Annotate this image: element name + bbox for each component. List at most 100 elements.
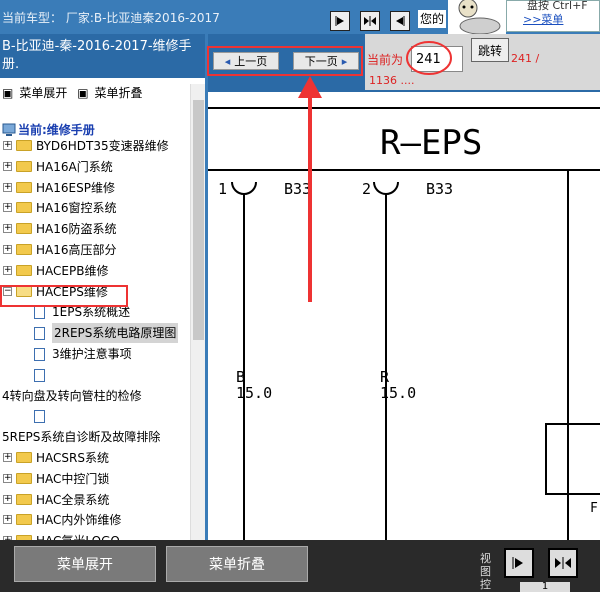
next-page-label: 下一页 [304,55,338,68]
yours-label: 您的 [418,10,447,28]
pin1-label: 1 [218,180,227,198]
tree-folder[interactable]: + HACSRS系统 [0,448,190,468]
next-page-button[interactable]: 下一页 ▸ [293,52,359,70]
tree-item-label: BYD6HDT35变速器维修 [36,139,169,153]
view-split-button[interactable] [548,548,578,578]
tree-folder[interactable]: + BYD6HDT35变速器维修 [0,136,190,156]
tree-item-label: HA16A门系统 [36,159,113,174]
expand-toggle-icon[interactable]: + [3,265,12,275]
pin2-label: 2 [362,180,371,198]
arrow-right-small-icon: ▸ [341,54,348,68]
tree-document[interactable]: 3维护注意事项 [0,344,190,364]
collapse-icon: ▣ [77,86,89,100]
top-bar: 当前车型： 厂家:B-比亚迪秦2016-2017 您的 盘按 Ctrl+F >>… [0,0,600,35]
tree-folder[interactable]: +HAC氛光LOGO [0,531,190,540]
left-scrollbar-thumb[interactable] [193,100,204,340]
folder-icon [16,514,32,526]
tree-folder[interactable]: + HA16ESP维修 [0,178,190,198]
red-highlight-hacEPS [0,285,128,307]
expand-toggle-icon[interactable]: + [3,141,12,150]
view-page-indicator: 1 [520,582,570,592]
tree-folder[interactable]: + HACEPB维修 [0,261,190,281]
left-scrollbar[interactable] [190,84,205,540]
expand-toggle-icon[interactable]: + [3,203,12,213]
mascot-icon [458,0,501,35]
tree-folder[interactable]: + HAC中控门锁 [0,469,190,489]
book-title: B-比亚迪-秦-2016-2017-维修手册. [0,34,205,78]
tree-folder[interactable]: + HAC全景系统 [0,490,190,510]
tree-document[interactable] [0,406,190,426]
tree-folder[interactable]: + HA16A门系统 [0,157,190,177]
conn2-label: B33 [426,180,453,198]
document-icon [34,348,45,361]
arrow-right-icon [335,16,344,26]
menu-link[interactable]: >>菜单 [523,11,563,27]
tree-item-label: HAC氛光LOGO [36,531,120,540]
document-icon [34,327,45,341]
tree-section[interactable]: 5REPS系统自诊断及故障排除 [0,427,190,447]
tree-folder[interactable]: + HAC内外饰维修 [0,510,190,530]
split-arrows-icon [364,16,376,26]
tree-document[interactable] [0,365,190,385]
tree-item-label: HA16ESP维修 [36,180,115,195]
expand-toggle-icon[interactable]: + [3,473,12,483]
expand-toggle-icon[interactable]: + [3,453,12,462]
page-total: 241 / [511,52,540,65]
tree-item-label: HA16窗控系统 [36,201,117,216]
split-arrows-icon [555,557,571,569]
prev-page-label: 上一页 [234,55,268,68]
mascot-logo [448,0,506,35]
tree-document[interactable]: 2REPS系统电路原理图 [0,323,190,344]
tree-item-label: 3维护注意事项 [52,347,132,361]
folder-icon [16,493,32,505]
expand-toggle-icon[interactable]: + [3,224,12,234]
folder-icon [16,244,32,255]
bottom-toolbar: 菜单展开 菜单折叠 视图控 1 [0,540,600,592]
bottom-expand-button[interactable]: 菜单展开 [14,546,156,582]
expand-toggle-icon[interactable]: + [3,182,12,192]
tree-section[interactable]: 4转向盘及转向管柱的检修 [0,386,190,406]
hint-box: 盘按 Ctrl+F >>菜单 [506,0,600,32]
expand-toggle-icon[interactable]: + [3,245,12,254]
tree-item-label: HAC中控门锁 [36,471,110,486]
page-count: 1136 .... [369,74,415,87]
arrow-left-small-icon: ◂ [224,54,231,68]
prev-page-button[interactable]: ◂ 上一页 [213,52,279,70]
folder-icon [16,202,32,214]
menu-expand-link[interactable]: 菜单展开 [19,86,67,100]
expand-toggle-icon[interactable]: + [3,515,12,525]
current-model-label: 当前车型： 厂家:B-比亚迪秦2016-2017 [2,11,220,25]
folder-icon [16,264,32,276]
document-icon [34,306,45,320]
tree-folder[interactable]: + HA16高压部分 [0,240,190,260]
current-page-label: 当前为 [367,53,404,67]
menu-collapse-link[interactable]: 菜单折叠 [95,86,143,100]
nav-split-button[interactable] [360,11,380,31]
tree-item-label: HAC全景系统 [36,492,110,507]
tree-item-label: HACSRS系统 [36,451,109,465]
wire2-size: 15.0 [380,384,416,402]
tree-item-label: 4转向盘及转向管柱的检修 [2,388,142,403]
bottom-collapse-button[interactable]: 菜单折叠 [166,546,308,582]
tree-folder[interactable]: + HA16防盗系统 [0,219,190,239]
expand-toggle-icon[interactable]: + [3,161,12,171]
wire1-size: 15.0 [236,384,272,402]
nav-next-button[interactable] [330,11,350,31]
connector2-symbol [373,181,399,195]
component-box [545,423,600,495]
menu-links: ▣ 菜单展开 ▣ 菜单折叠 [2,84,149,101]
view-single-button[interactable] [504,548,534,578]
left-panel: B-比亚迪-秦-2016-2017-维修手册. ▣ 菜单展开 ▣ 菜单折叠 当前:维… [0,34,205,540]
folder-icon [16,452,32,463]
nav-prev-button[interactable] [390,11,410,31]
folder-icon [16,472,32,484]
folder-icon [16,160,32,172]
folder-icon [16,140,32,151]
tree-folder[interactable]: + HA16窗控系统 [0,198,190,218]
expand-icon: ▣ [2,86,14,100]
tree-item-label: HACEPB维修 [36,263,109,278]
red-arrow-annotation [298,76,322,302]
expand-toggle-icon[interactable]: + [3,494,12,504]
jump-button[interactable]: 跳转 [471,38,509,62]
document-icon [34,410,45,424]
